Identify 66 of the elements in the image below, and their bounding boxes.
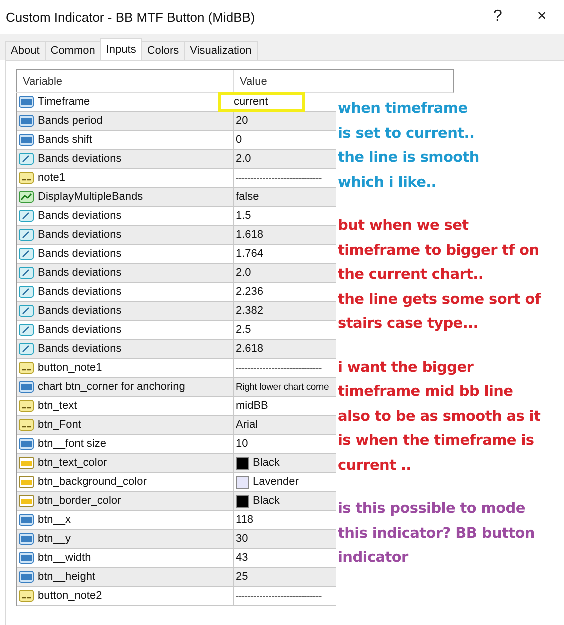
value-cell[interactable]: 1.764 (233, 245, 336, 263)
variable-name: btn_background_color (38, 476, 147, 488)
variable-name: Bands deviations (38, 248, 122, 260)
variable-name: Bands deviations (38, 286, 122, 298)
value-cell[interactable]: false (233, 188, 336, 206)
value-cell[interactable]: 2.0 (233, 150, 336, 168)
variable-name: Bands deviations (38, 324, 122, 336)
variable-name: Bands deviations (38, 305, 122, 317)
variable-name: button_note2 (38, 590, 102, 602)
annotation-text: when timeframe is set to current.. the line is smooth which i like.. (338, 100, 480, 192)
value-cell[interactable]: 30 (233, 530, 336, 548)
annotation-text: is this possible to mode this indicator? BB button indicator (338, 500, 536, 568)
variable-name: btn_border_color (38, 495, 122, 507)
variable-name: btn__height (38, 571, 96, 583)
window-title: Custom Indicator - BB MTF Button (MidBB) (6, 10, 256, 24)
variable-name: Bands deviations (38, 153, 122, 165)
variable-name: Bands shift (38, 134, 92, 146)
variable-name: note1 (38, 172, 66, 184)
variable-name: Bands deviations (38, 229, 122, 241)
value-cell[interactable]: Right lower chart corne (233, 378, 336, 396)
value-cell[interactable]: 25 (233, 568, 336, 586)
annotation-text: but when we set timeframe to bigger tf on the current chart.. the line gets some sort of stairs case type... (338, 217, 541, 334)
variable-name: btn_text (38, 400, 78, 412)
value-cell[interactable]: 1.5 (233, 207, 336, 225)
value-cell[interactable]: 2.5 (233, 321, 336, 339)
annotation-text: i want the bigger timeframe mid bb line also to be as smooth as it is when the timeframe is current .. (338, 358, 541, 476)
variable-name: DisplayMultipleBands (38, 191, 144, 203)
help-button[interactable]: ? (476, 2, 520, 32)
variable-name: Bands deviations (38, 267, 122, 279)
value-cell[interactable]: 2.618 (233, 340, 336, 358)
value-cell[interactable]: ----------------------------- (233, 359, 336, 377)
variable-name: Bands period (38, 115, 103, 127)
variable-name: button_note1 (38, 362, 102, 374)
value-cell[interactable]: Lavender (233, 473, 336, 491)
highlighted-value[interactable]: current (219, 93, 304, 111)
tab[interactable]: Inputs (100, 38, 142, 60)
value-cell[interactable]: ----------------------------- (233, 587, 336, 605)
value-cell[interactable]: 20 (233, 112, 336, 130)
variable-name: Bands deviations (38, 343, 122, 355)
variable-name: btn__width (38, 552, 92, 564)
value-cell[interactable]: ----------------------------- (233, 169, 336, 187)
tab[interactable]: Visualization (184, 41, 258, 60)
close-button[interactable]: × (520, 2, 564, 32)
variable-name: btn_text_color (38, 457, 108, 469)
variable-name: btn_Font (38, 419, 82, 431)
tab[interactable]: About (5, 41, 46, 60)
value-cell[interactable]: Black (233, 454, 336, 472)
variable-name: btn__y (38, 533, 72, 545)
value-cell[interactable]: 1.618 (233, 226, 336, 244)
column-header: Variable (22, 75, 64, 90)
value-cell[interactable]: Arial (233, 416, 336, 434)
value-cell[interactable]: 10 (233, 435, 336, 453)
value-cell[interactable]: 2.382 (233, 302, 336, 320)
variable-name: btn__font size (38, 438, 106, 450)
variable-name: Bands deviations (38, 210, 122, 222)
value-cell[interactable]: 118 (233, 511, 336, 529)
variable-name: Timeframe (38, 96, 90, 108)
value-cell[interactable]: 2.0 (233, 264, 336, 282)
value-cell[interactable]: 43 (233, 549, 336, 567)
value-cell[interactable]: Black (233, 492, 336, 510)
variable-name: chart btn_corner for anchoring (38, 381, 186, 393)
column-header: Value (233, 70, 453, 92)
value-cell[interactable]: 2.236 (233, 283, 336, 301)
value-cell[interactable]: midBB (233, 397, 336, 415)
value-cell[interactable]: 0 (233, 131, 336, 149)
variable-name: btn__x (38, 514, 72, 526)
